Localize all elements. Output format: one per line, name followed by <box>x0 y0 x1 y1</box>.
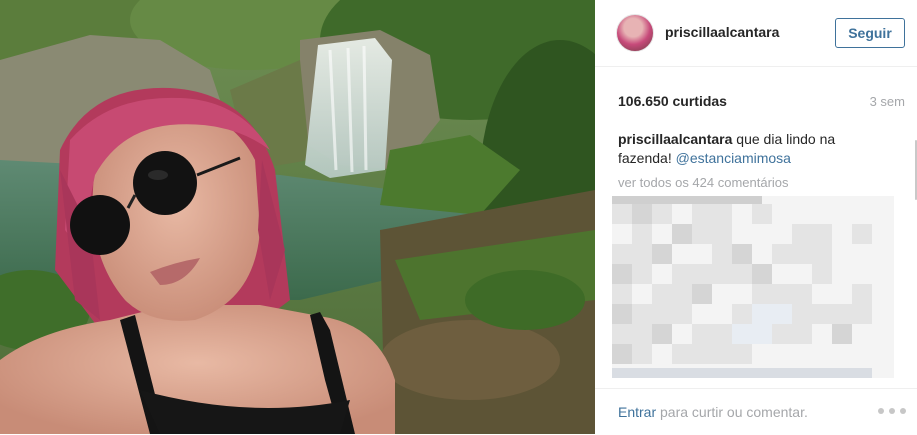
post-header: priscillaalcantara Seguir <box>595 0 917 67</box>
post-time[interactable]: 3 sem <box>870 94 905 109</box>
more-options-icon[interactable] <box>878 405 906 417</box>
post-footer: Entrar para curtir ou comentar. <box>595 388 917 435</box>
blurred-comments-mosaic <box>612 196 894 378</box>
likes-count[interactable]: 106.650 curtidas <box>618 93 727 109</box>
username[interactable]: priscillaalcantara <box>665 24 779 40</box>
post-photo <box>0 0 595 434</box>
login-prompt: Entrar para curtir ou comentar. <box>618 404 808 420</box>
follow-button[interactable]: Seguir <box>835 18 905 48</box>
post-info-panel: priscillaalcantara Seguir 106.650 curtid… <box>595 0 917 434</box>
blurred-comments <box>612 196 894 378</box>
post-caption: priscillaalcantara que dia lindo na faze… <box>618 130 888 168</box>
caption-mention[interactable]: @estanciamimosa <box>676 150 791 166</box>
login-link[interactable]: Entrar <box>618 404 656 420</box>
avatar[interactable] <box>616 14 654 52</box>
view-all-comments-link[interactable]: ver todos os 424 comentários <box>618 175 789 190</box>
login-prompt-text: para curtir ou comentar. <box>656 404 808 420</box>
caption-username[interactable]: priscillaalcantara <box>618 131 732 147</box>
photo-scene <box>0 0 595 434</box>
